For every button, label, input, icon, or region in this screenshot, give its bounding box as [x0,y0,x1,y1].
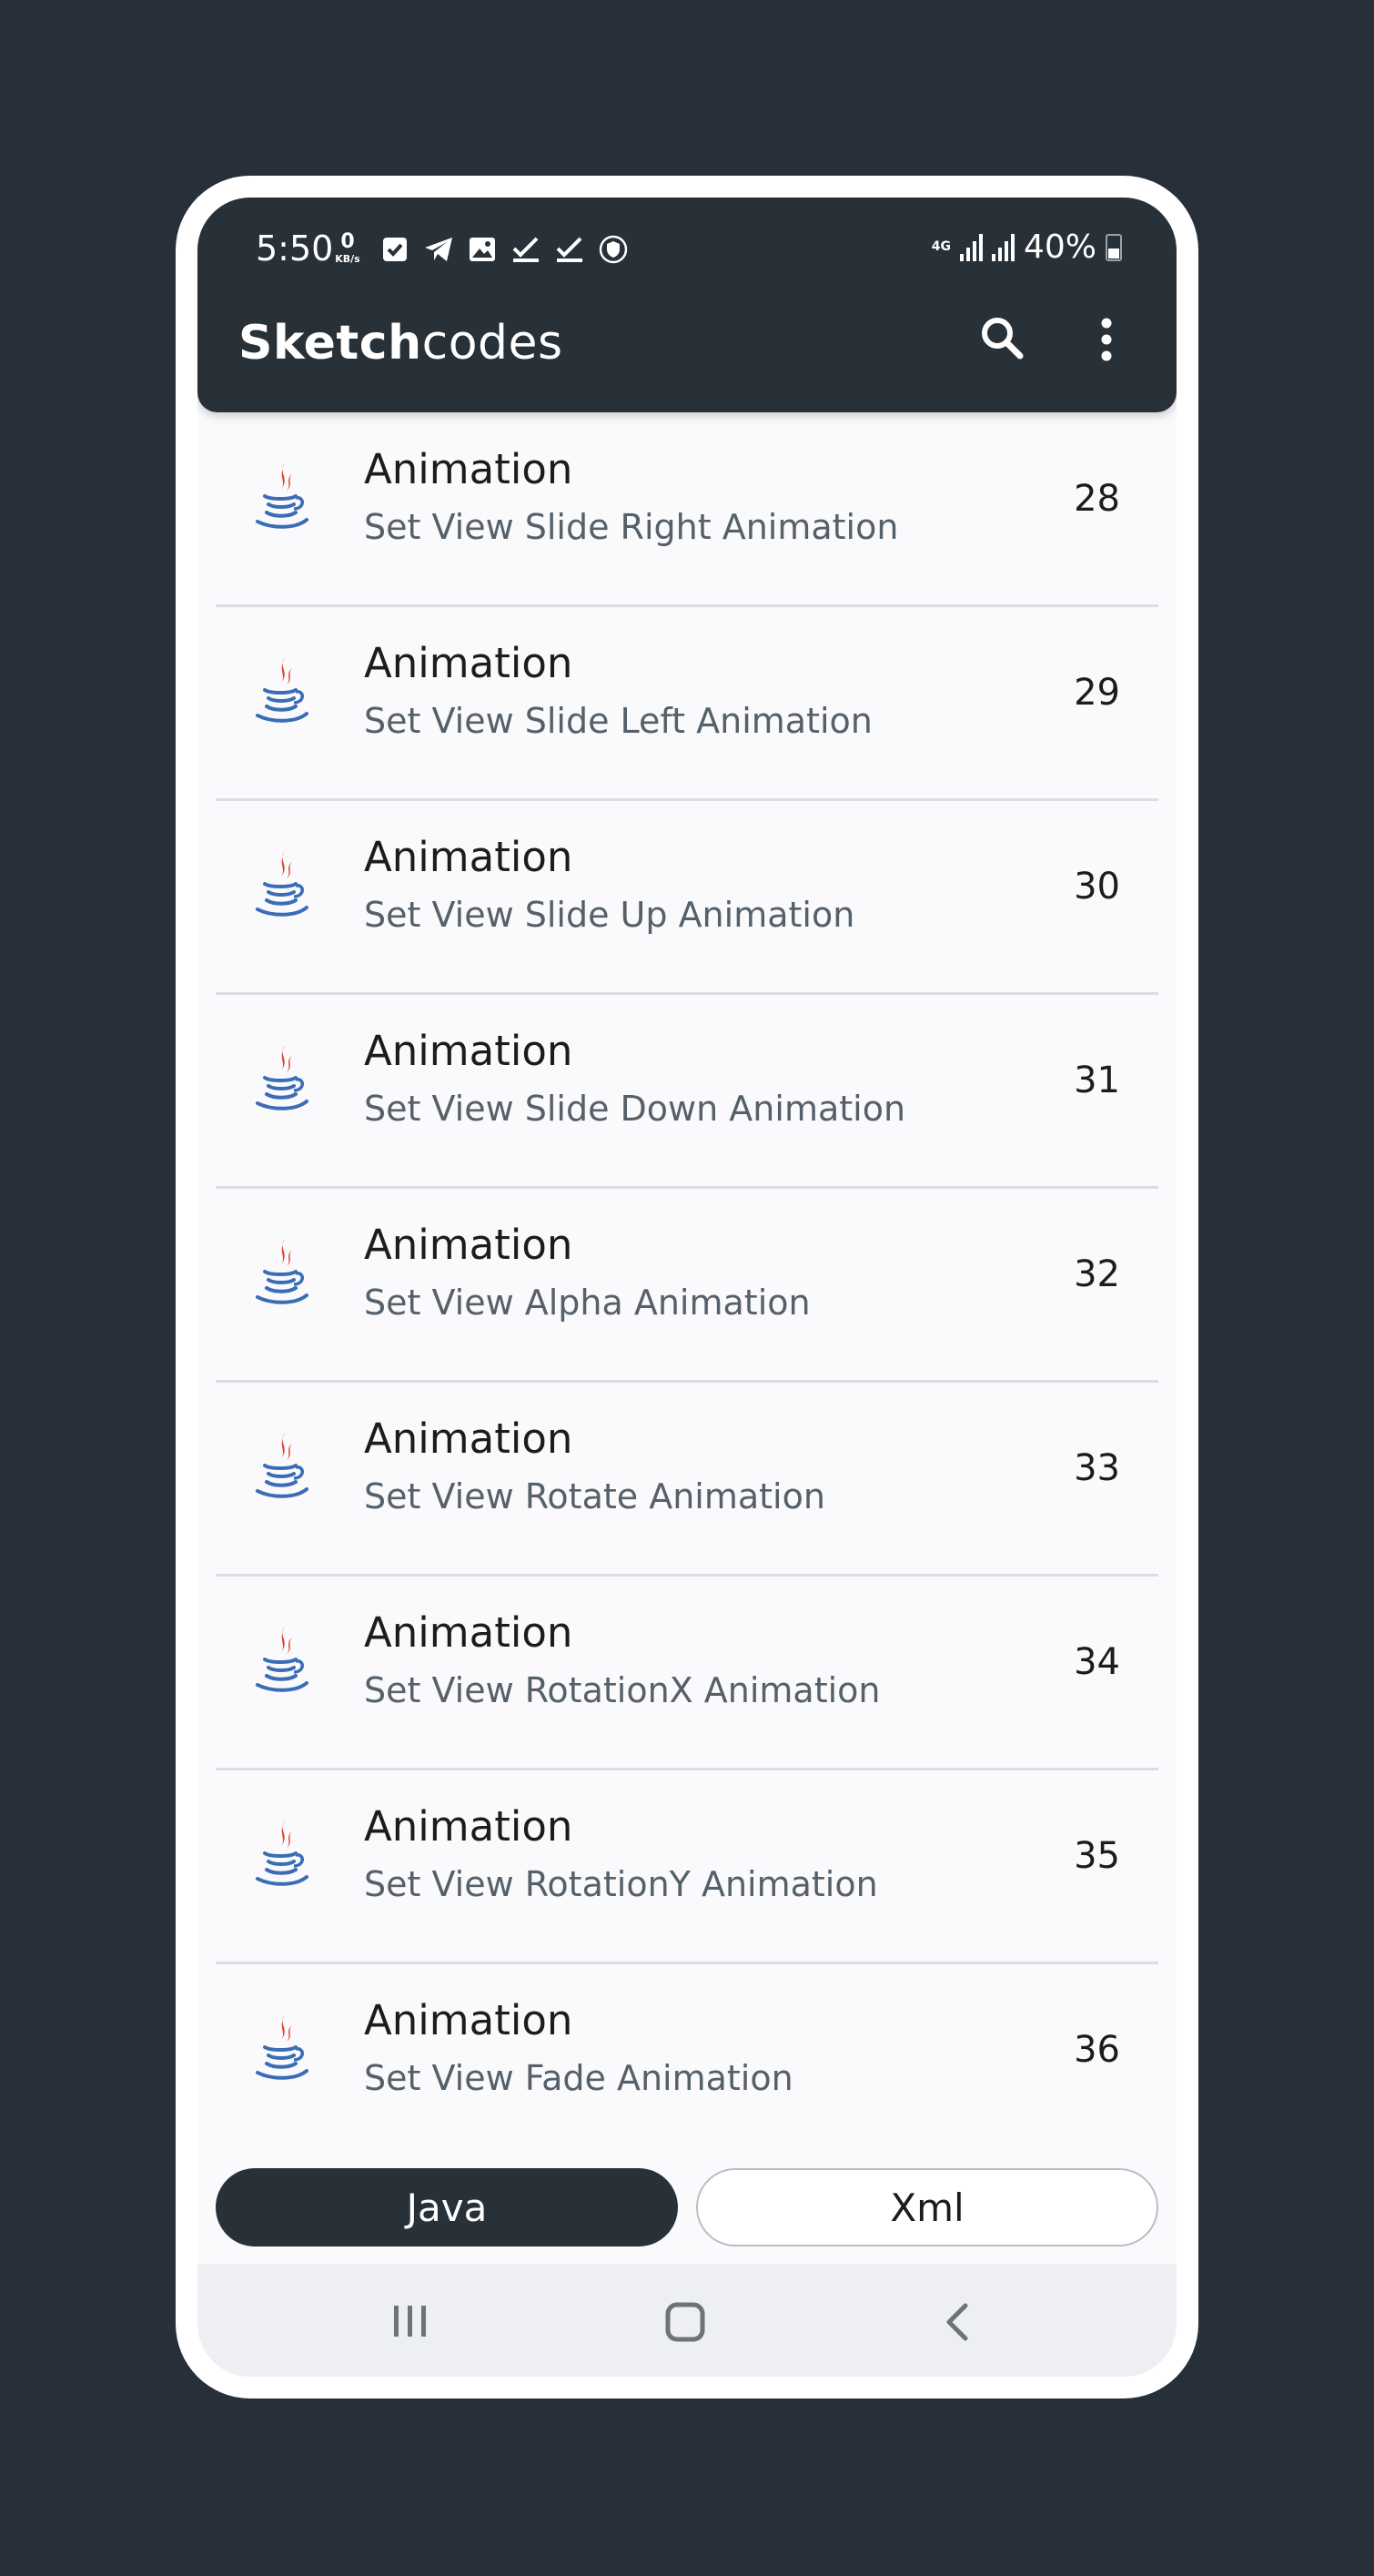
item-title: Animation [364,639,573,687]
battery-percent: 40% [1023,228,1096,266]
signal-icon [991,233,1015,261]
xml-tab-button[interactable]: Xml [696,2168,1158,2246]
item-subtitle: Set View Alpha Animation [364,1283,811,1323]
item-title: Animation [364,1221,573,1269]
item-subtitle: Set View Slide Right Animation [364,507,899,547]
item-number: 35 [1074,1835,1120,1877]
java-icon [252,461,310,531]
item-subtitle: Set View Slide Down Animation [364,1089,906,1129]
item-number: 34 [1074,1641,1120,1683]
list-item[interactable]: Animation Set View Fade Animation 36 [216,1963,1158,2124]
net-speed-value: 0 [340,230,355,253]
java-icon [252,2013,310,2082]
status-time: 5:50 [256,228,334,269]
java-icon [252,1819,310,1888]
check-icon [554,234,585,265]
java-icon [252,1625,310,1694]
checkbox-icon [379,234,410,265]
item-subtitle: Set View Slide Up Animation [364,895,855,935]
item-title: Animation [364,833,573,881]
java-icon [252,849,310,918]
item-subtitle: Set View Slide Left Animation [364,701,873,741]
net-speed-unit: KB/s [335,253,360,265]
java-icon [252,655,310,725]
item-title: Animation [364,1996,573,2044]
battery-icon [1106,233,1122,261]
app-title-regular: codes [421,316,563,370]
list-item[interactable]: Animation Set View Rotate Animation 33 [216,1382,1158,1577]
java-icon [252,1237,310,1306]
more-vert-icon[interactable] [1100,318,1113,361]
app-title: Sketchcodes [238,316,563,370]
recents-icon[interactable] [390,2304,430,2338]
list-item[interactable]: Animation Set View Slide Up Animation 30 [216,800,1158,995]
list-item[interactable]: Animation Set View Slide Down Animation … [216,994,1158,1189]
item-number: 29 [1074,672,1120,714]
top-app-bar: 5:50 0 KB/s 4G 40% Sketchcodes [197,198,1177,412]
item-title: Animation [364,1415,573,1463]
back-icon[interactable] [944,2302,971,2342]
java-icon [252,1431,310,1500]
java-tab-button[interactable]: Java [216,2168,678,2246]
notification-icons [379,234,629,265]
search-icon[interactable] [976,312,1027,363]
list-item[interactable]: Animation Set View RotationX Animation 3… [216,1576,1158,1770]
gallery-icon [467,234,498,265]
java-icon [252,1043,310,1112]
list-item[interactable]: Animation Set View Alpha Animation 32 [216,1188,1158,1383]
item-title: Animation [364,445,573,493]
telegram-icon [423,234,454,265]
item-title: Animation [364,1802,573,1851]
item-number: 36 [1074,2029,1120,2071]
item-subtitle: Set View Rotate Animation [364,1476,825,1516]
item-number: 31 [1074,1060,1120,1101]
network-type: 4G [931,239,951,255]
status-right: 4G 40% [932,228,1122,266]
item-subtitle: Set View RotationY Animation [364,1864,878,1904]
item-number: 33 [1074,1447,1120,1489]
app-title-bold: Sketch [238,316,422,370]
item-number: 28 [1074,478,1120,520]
list-item[interactable]: Animation Set View Slide Right Animation… [216,412,1158,607]
list-item[interactable]: Animation Set View Slide Left Animation … [216,606,1158,801]
check-icon [510,234,541,265]
net-speed: 0 KB/s [334,230,361,265]
item-subtitle: Set View Fade Animation [364,2058,793,2098]
screen: 5:50 0 KB/s 4G 40% Sketchcodes Animation… [197,198,1177,2377]
item-title: Animation [364,1608,573,1657]
vpn-shield-icon [598,234,629,265]
item-subtitle: Set View RotationX Animation [364,1670,881,1710]
system-nav-bar [197,2264,1177,2377]
list-item[interactable]: Animation Set View RotationY Animation 3… [216,1770,1158,1964]
phone-frame: 5:50 0 KB/s 4G 40% Sketchcodes Animation… [176,176,1198,2399]
item-number: 32 [1074,1253,1120,1295]
item-number: 30 [1074,866,1120,908]
signal-icon [959,233,983,261]
item-title: Animation [364,1027,573,1075]
snippet-list: Animation Set View Slide Right Animation… [216,412,1158,2124]
home-icon[interactable] [665,2302,705,2342]
